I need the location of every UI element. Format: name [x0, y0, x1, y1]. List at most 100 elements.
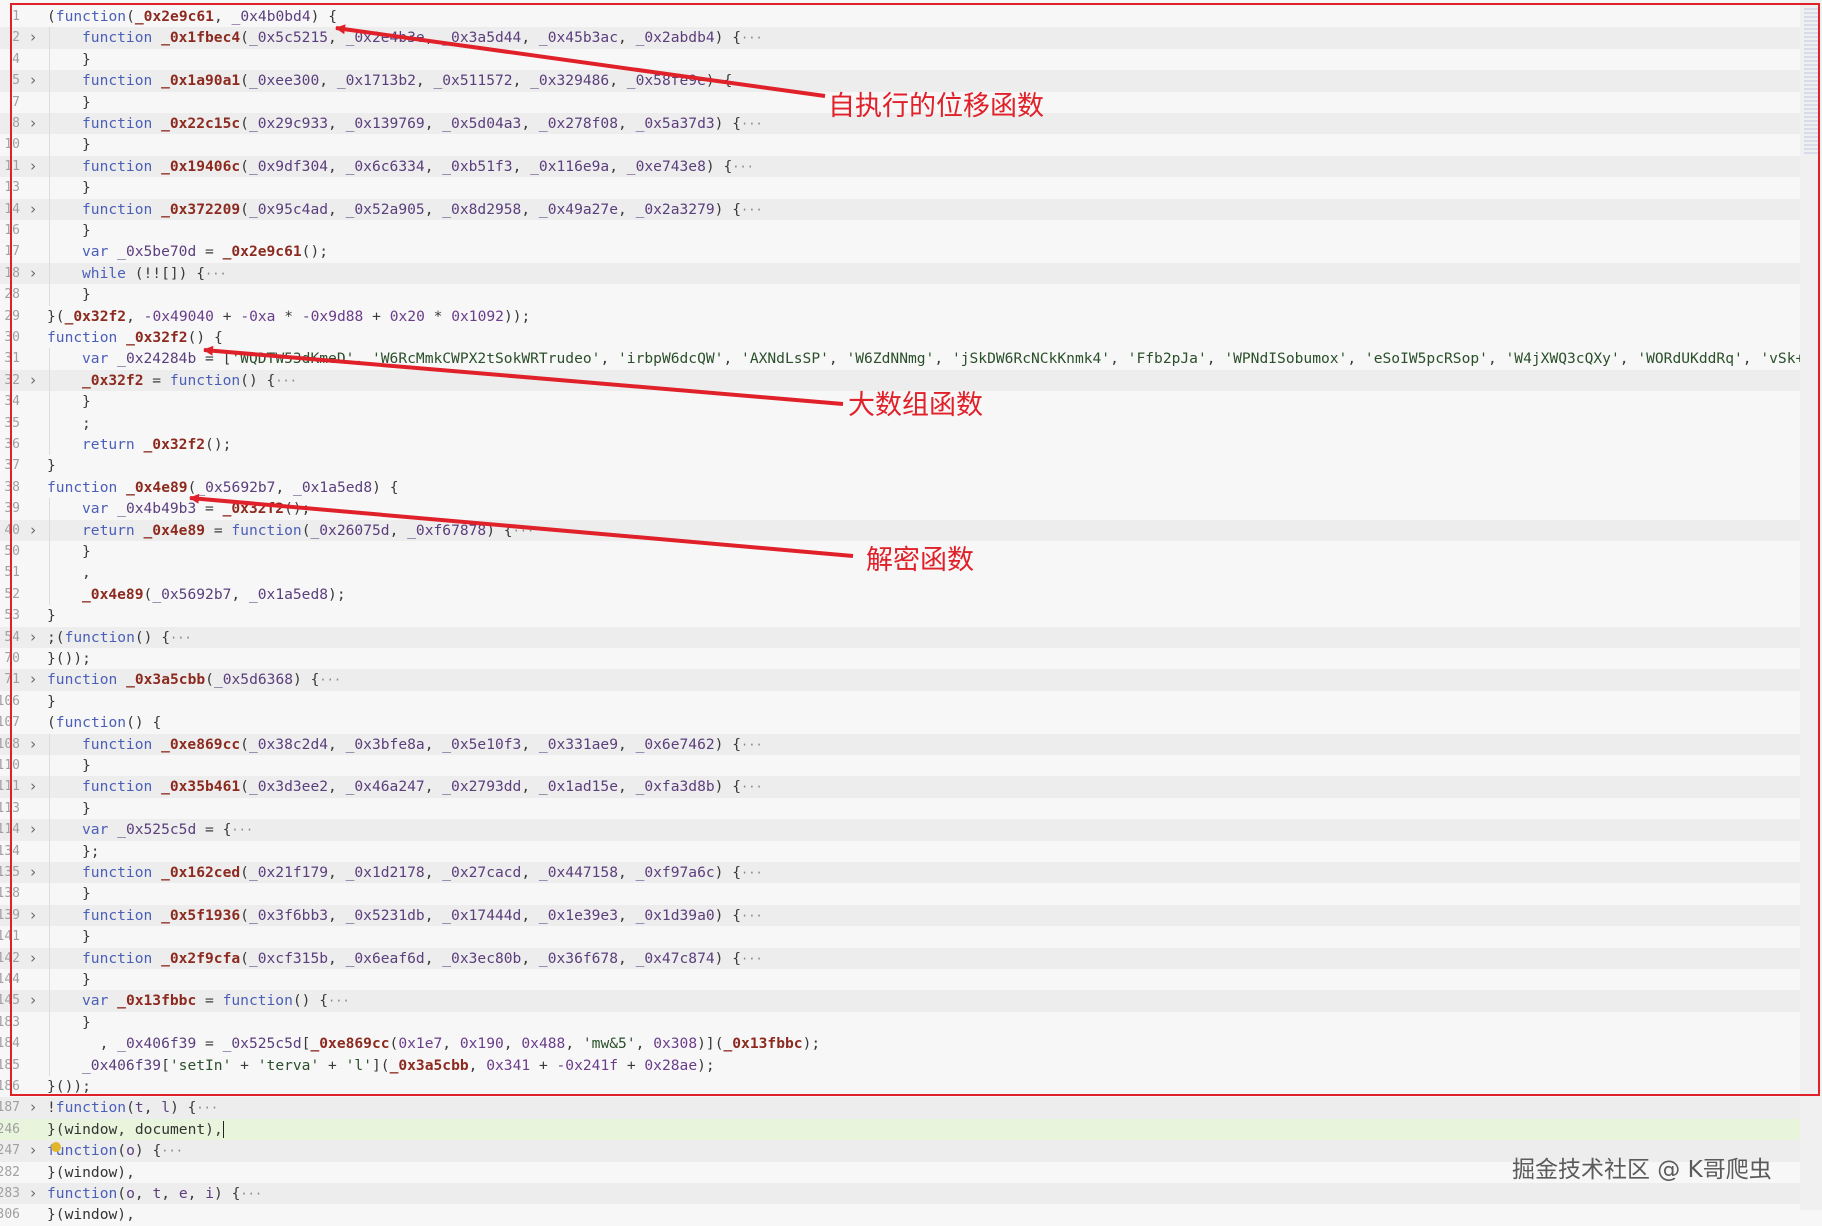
line-number: 110 [0, 758, 20, 773]
fold-chevron-icon[interactable]: › [26, 263, 40, 284]
code-token: _0x17444d [442, 906, 522, 924]
fold-chevron-icon[interactable]: › [26, 990, 40, 1011]
code-line[interactable]: 36 return _0x32f2(); [0, 434, 1800, 456]
code-line[interactable]: 111 › function _0x35b461(_0x3d3ee2, _0x46a… [0, 776, 1800, 798]
code-line[interactable]: 37} [0, 455, 1800, 476]
indent-guide [49, 562, 50, 584]
line-number: 106 [0, 693, 20, 709]
line-number: 135 [0, 865, 20, 880]
fold-chevron-icon[interactable]: › [26, 1183, 40, 1204]
code-editor[interactable]: 1 (function(_0x2e9c61, _0x4b0bd4) {2 › func… [0, 0, 1800, 1223]
fold-chevron-icon[interactable]: › [26, 776, 40, 797]
line-number: 145 [0, 993, 20, 1009]
fold-chevron-icon[interactable]: › [26, 669, 40, 690]
code-line[interactable]: 2 › function _0x1fbec4(_0x5c5215, _0x2e4b3… [0, 27, 1800, 49]
code-line[interactable]: 306}(window), [0, 1204, 1800, 1225]
code-token: _0x19406c [161, 157, 241, 175]
code-line[interactable]: 187 › !function(t, l) {··· [0, 1097, 1800, 1119]
code-token: , [609, 157, 627, 175]
code-token: _0x5231db [345, 906, 425, 924]
code-token: _0x5a37d3 [635, 115, 715, 132]
code-line[interactable]: 30 function _0x32f2() { [0, 327, 1800, 348]
indent-guide [49, 284, 50, 306]
code-line[interactable]: 38 function _0x4e89(_0x5692b7, _0x1a5ed8)… [0, 477, 1800, 498]
code-line[interactable]: 283 › function(o, t, e, i) {··· [0, 1183, 1800, 1205]
fold-chevron-icon[interactable]: › [26, 1097, 40, 1118]
minimap[interactable] [1804, 8, 1818, 154]
code-line[interactable]: 17 var _0x5be70d = _0x2e9c61(); [0, 241, 1800, 263]
fold-chevron-icon[interactable]: › [26, 370, 40, 391]
fold-chevron-icon[interactable]: › [26, 627, 40, 648]
indent-guide [49, 733, 50, 755]
code-line[interactable]: 39 var _0x4b49b3 = _0x32f2(); [0, 498, 1800, 520]
fold-chevron-icon[interactable]: › [26, 156, 40, 177]
code-text: _0x406f39['setIn' + 'terva' + 'l'](_0x3a… [82, 1055, 715, 1076]
code-line[interactable]: 70}()); [0, 648, 1800, 669]
code-token: _0x32f2 [64, 307, 127, 325]
code-line[interactable]: 54 › ;(function() {··· [0, 626, 1800, 648]
fold-chevron-icon[interactable]: › [26, 520, 40, 541]
code-line[interactable]: 145 › var _0x13fbbc = function() {··· [0, 990, 1800, 1012]
fold-chevron-icon[interactable]: › [26, 819, 40, 840]
fold-chevron-icon[interactable]: › [26, 905, 40, 926]
code-line[interactable]: 31 var _0x24284b = ['WQDTW53dKmeD', 'W6Rc… [0, 348, 1800, 370]
code-token: _0x32f2 [82, 371, 144, 389]
fold-chevron-icon[interactable]: › [26, 70, 40, 91]
code-line[interactable]: 52 _0x4e89(_0x5692b7, _0x1a5ed8); [0, 583, 1800, 606]
code-line[interactable]: 141} [0, 926, 1800, 948]
code-line[interactable]: 108 › function _0xe869cc(_0x38c2d4, _0x3bf… [0, 733, 1800, 755]
code-line[interactable]: 139 › function _0x5f1936(_0x3f6bb3, _0x523… [0, 904, 1800, 927]
code-line[interactable]: 185 _0x406f39['setIn' + 'terva' + 'l'](_0… [0, 1054, 1800, 1076]
code-token: function [82, 949, 162, 967]
fold-chevron-icon[interactable]: › [26, 113, 40, 134]
code-line[interactable]: 18 › while (!![]) {··· [0, 262, 1800, 285]
code-line[interactable]: 16} [0, 220, 1800, 242]
code-line[interactable]: 134}; [0, 840, 1800, 862]
code-line[interactable]: 28} [0, 284, 1800, 306]
code-line[interactable]: 11 › function _0x19406c(_0x9df304, _0x6c63… [0, 155, 1800, 178]
line-number: 113 [0, 800, 20, 816]
code-text: } [82, 220, 91, 241]
fold-chevron-icon[interactable]: › [26, 734, 40, 755]
code-line[interactable]: 138} [0, 883, 1800, 905]
code-token: } [82, 393, 91, 411]
code-token: ) { [134, 1142, 162, 1160]
code-line[interactable]: 135 › function _0x162ced(_0x21f179, _0x1d2… [0, 862, 1800, 884]
code-line[interactable]: 107 (function() { [0, 712, 1800, 733]
code-line[interactable]: 4} [0, 48, 1800, 71]
code-line[interactable]: 106} [0, 691, 1800, 712]
code-line[interactable]: 1 (function(_0x2e9c61, _0x4b0bd4) { [0, 6, 1800, 27]
code-line[interactable]: 110} [0, 755, 1800, 777]
code-line[interactable]: 14 › function _0x372209(_0x95c4ad, _0x52a9… [0, 198, 1800, 220]
fold-chevron-icon[interactable]: › [26, 27, 40, 48]
code-line[interactable]: 142 › function _0x2f9cfa(_0xcf315b, _0x6ea… [0, 947, 1800, 969]
line-number: 10 [4, 137, 20, 153]
indent-guide [49, 947, 50, 969]
code-token: ··· [170, 630, 192, 645]
vertical-scrollbar[interactable] [1800, 0, 1822, 1210]
line-number: 114 [0, 822, 20, 838]
code-line[interactable]: 183} [0, 1011, 1800, 1034]
code-token: ( [126, 8, 135, 25]
code-line[interactable]: 246}(window, document), [0, 1118, 1800, 1141]
code-line[interactable]: 184 , _0x406f39 = _0x525c5d[_0xe869cc(0x… [0, 1033, 1800, 1055]
code-line[interactable]: 113} [0, 797, 1800, 820]
code-line[interactable]: 10} [0, 134, 1800, 156]
code-line[interactable]: 144} [0, 969, 1800, 991]
code-token: 'W6ZdNNmg' [846, 350, 935, 368]
fold-chevron-icon[interactable]: › [26, 1140, 40, 1161]
code-token: _0x1a5ed8 [248, 585, 329, 603]
code-line[interactable]: 71 › function _0x3a5cbb(_0x5d6368) {··· [0, 669, 1800, 691]
code-text: }(window, document), [47, 1119, 224, 1140]
code-line[interactable]: 186}()); [0, 1076, 1800, 1097]
indent-guide [49, 220, 50, 242]
code-line[interactable]: 13} [0, 177, 1800, 199]
fold-chevron-icon[interactable]: › [26, 199, 40, 220]
code-line[interactable]: 29}(_0x32f2, -0x49040 + -0xa * -0x9d88 +… [0, 306, 1800, 327]
code-line[interactable]: 114 › var _0x525c5d = {··· [0, 819, 1800, 841]
fold-chevron-icon[interactable]: › [26, 862, 40, 883]
code-line[interactable]: 53} [0, 605, 1800, 626]
fold-chevron-icon[interactable]: › [26, 948, 40, 969]
code-token: ) { [214, 1185, 241, 1202]
code-token: , [635, 1035, 654, 1053]
